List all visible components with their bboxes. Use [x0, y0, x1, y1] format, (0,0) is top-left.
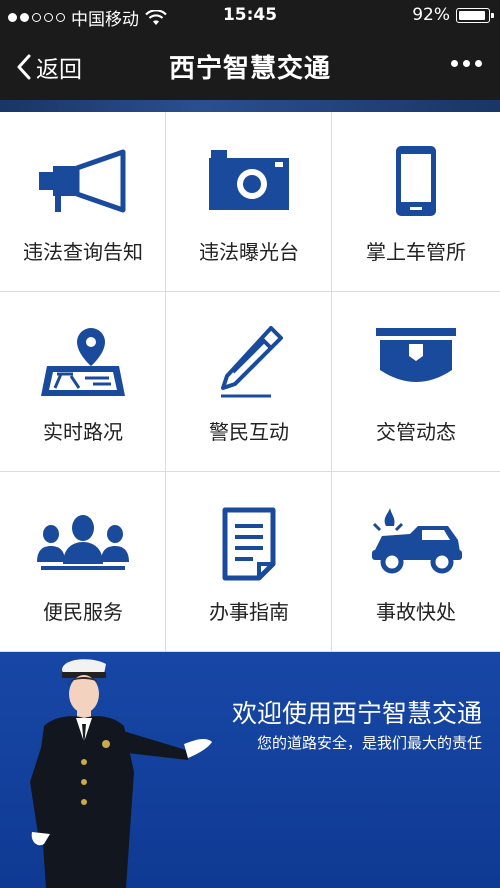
police-cap-icon: [376, 328, 456, 382]
menu-item-label: 警民互动: [209, 420, 289, 444]
traffic-officer-illustration: [30, 659, 212, 888]
nav-bar: 返回 西宁智慧交通: [0, 30, 500, 100]
page-title: 西宁智慧交通: [168, 54, 331, 84]
menu-item-label: 便民服务: [43, 600, 123, 624]
banner-subtitle: 您的道路安全，是我们最大的责任: [256, 734, 482, 752]
more-dot-icon: [463, 60, 470, 67]
menu-item-label: 违法查询告知: [23, 240, 143, 264]
menu-item-mobile-dmv[interactable]: 掌上车管所: [332, 112, 500, 292]
map-pin-icon: [41, 328, 125, 396]
menu-item-service-guide[interactable]: 办事指南: [166, 472, 332, 652]
battery-icon: [456, 7, 494, 23]
more-dot-icon: [475, 60, 482, 67]
banner-title: 欢迎使用西宁智慧交通: [231, 699, 482, 728]
menu-item-violation-query[interactable]: 违法查询告知: [0, 112, 166, 292]
phone-icon: [396, 146, 436, 216]
menu-item-public-services[interactable]: 便民服务: [0, 472, 166, 652]
menu-item-label: 事故快处: [376, 600, 456, 624]
menu-item-live-traffic[interactable]: 实时路况: [0, 292, 166, 472]
menu-item-violation-exposure[interactable]: 违法曝光台: [166, 112, 332, 292]
camera-icon: [209, 150, 289, 210]
battery-percent: 92%: [412, 5, 450, 25]
menu-item-accident-handling[interactable]: 事故快处: [332, 472, 500, 652]
menu-item-label: 办事指南: [209, 600, 289, 624]
more-dot-icon: [451, 60, 458, 67]
battery-group: 92%: [412, 5, 494, 25]
status-bar: 中国移动 15:45 92%: [0, 0, 500, 30]
menu-item-label: 交管动态: [376, 420, 456, 444]
header-band: [0, 100, 500, 112]
menu-item-police-interaction[interactable]: 警民互动: [166, 292, 332, 472]
car-accident-icon: [372, 508, 462, 574]
pen-icon: [221, 326, 283, 398]
more-menu-button[interactable]: [451, 60, 482, 67]
menu-item-label: 实时路况: [43, 420, 123, 444]
people-icon: [37, 515, 129, 570]
welcome-banner[interactable]: 欢迎使用西宁智慧交通 您的道路安全，是我们最大的责任: [0, 652, 500, 888]
menu-grid: 违法查询告知 违法曝光台 掌上车管所 实时路况 警民互动 交管动态 便民服务 办…: [0, 112, 500, 652]
menu-item-traffic-news[interactable]: 交管动态: [332, 292, 500, 472]
megaphone-icon: [39, 149, 126, 213]
menu-item-label: 违法曝光台: [199, 240, 299, 264]
document-icon: [222, 507, 276, 581]
menu-item-label: 掌上车管所: [366, 240, 466, 264]
